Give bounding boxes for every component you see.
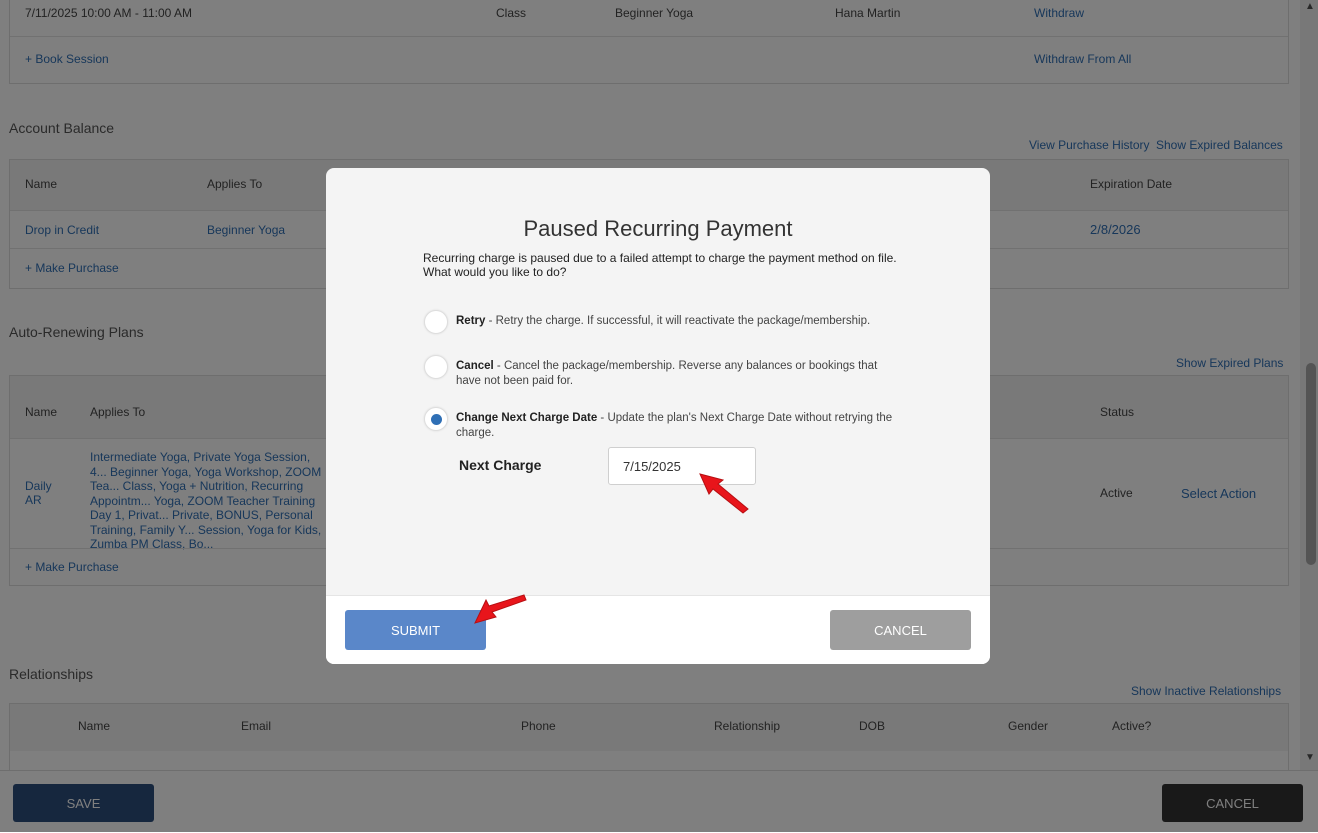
change-date-option-text[interactable]: Change Next Charge Date - Update the pla… <box>456 411 896 441</box>
cancel-option-label: Cancel <box>456 360 494 372</box>
retry-option-text[interactable]: Retry - Retry the charge. If successful,… <box>456 314 896 329</box>
cancel-option-desc: - Cancel the package/membership. Reverse… <box>456 360 878 387</box>
retry-radio[interactable] <box>424 310 448 334</box>
change-date-option-label: Change Next Charge Date <box>456 412 598 424</box>
next-charge-date-input[interactable] <box>608 447 756 485</box>
dialog-cancel-button[interactable]: CANCEL <box>830 610 971 650</box>
cancel-option-text[interactable]: Cancel - Cancel the package/membership. … <box>456 359 896 389</box>
paused-recurring-payment-dialog: Paused Recurring Payment Recurring charg… <box>326 168 990 664</box>
submit-button[interactable]: SUBMIT <box>345 610 486 650</box>
dialog-description: Recurring charge is paused due to a fail… <box>423 251 897 279</box>
retry-option-label: Retry <box>456 315 486 327</box>
next-charge-label: Next Charge <box>459 457 542 473</box>
cancel-plan-radio[interactable] <box>424 355 448 379</box>
change-next-charge-date-radio[interactable] <box>424 407 448 431</box>
retry-option-desc: - Retry the charge. If successful, it wi… <box>485 315 871 327</box>
dialog-footer: SUBMIT CANCEL <box>326 595 990 664</box>
dialog-title: Paused Recurring Payment <box>523 216 793 241</box>
